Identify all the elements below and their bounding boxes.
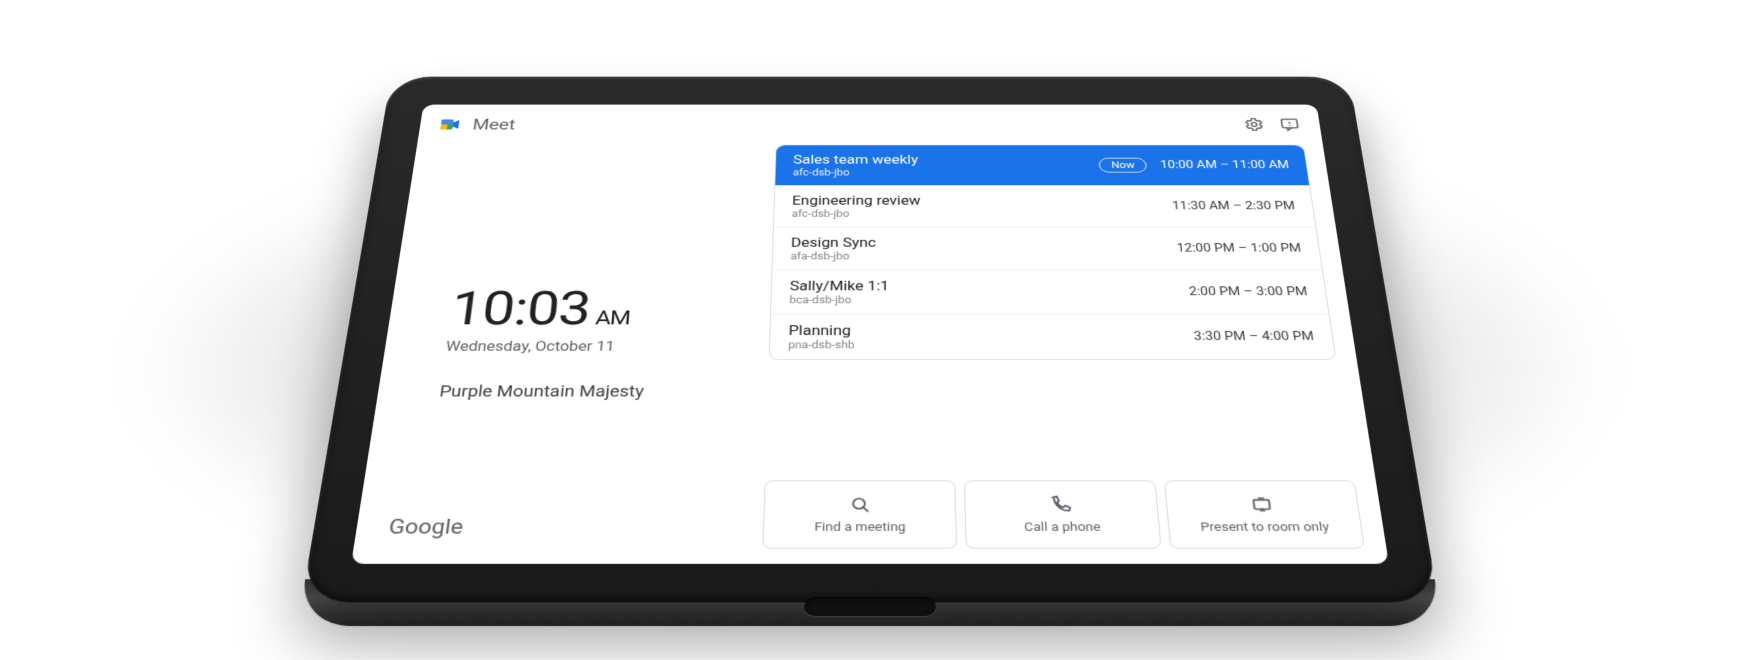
home-button[interactable] [804,596,936,616]
present-room-button[interactable]: Present to room only [1164,480,1365,548]
clock-ampm: AM [594,306,631,329]
present-icon [1249,494,1275,514]
agenda-item-time: 10:00 AM – 11:00 AM [1160,159,1290,171]
google-wordmark: Google [387,516,464,539]
meet-logo-icon [436,114,465,134]
agenda-item[interactable]: Design Sync afa-dsb-jbo 12:00 PM – 1:00 … [773,227,1322,270]
agenda-item-code: afa-dsb-jbo [790,251,876,262]
search-icon [848,494,871,514]
clock-date: Wednesday, October 11 [445,338,769,354]
find-meeting-button[interactable]: Find a meeting [762,480,957,548]
app-title: Meet [472,116,517,133]
action-label: Find a meeting [814,520,906,534]
agenda-item-code: bca-dsb-jbo [789,294,889,305]
action-label: Present to room only [1200,520,1330,534]
agenda-item[interactable]: Engineering review afc-dsb-jbo 11:30 AM … [774,185,1315,227]
agenda-panel: Sales team weekly afc-dsb-jbo Now 10:00 … [765,144,1376,480]
feedback-icon[interactable] [1275,114,1304,134]
agenda-item-time: 3:30 PM – 4:00 PM [1193,330,1315,343]
clock: 10:03AM Wednesday, October 11 [445,281,771,354]
app-brand: Meet [436,114,517,134]
room-name: Purple Mountain Majesty [438,383,767,401]
agenda-card: Sales team weekly afc-dsb-jbo Now 10:00 … [769,144,1337,359]
action-label: Call a phone [1024,520,1101,534]
agenda-item-code: afc-dsb-jbo [793,167,919,177]
phone-icon [1049,494,1074,514]
now-badge: Now [1098,158,1147,173]
agenda-item-time: 11:30 AM – 2:30 PM [1172,200,1296,212]
agenda-item-current[interactable]: Sales team weekly afc-dsb-jbo Now 10:00 … [775,145,1309,185]
agenda-item-code: afc-dsb-jbo [792,208,921,219]
clock-time: 10:03 [447,281,592,336]
agenda-item-title: Sales team weekly [793,152,918,166]
tablet-device: Meet [301,76,1438,602]
app-header: Meet [417,104,1323,144]
tablet-edge [297,579,1443,626]
agenda-item-time: 2:00 PM – 3:00 PM [1188,285,1308,298]
call-phone-button[interactable]: Call a phone [964,480,1161,548]
agenda-item-title: Planning [788,323,854,339]
left-pane: 10:03AM Wednesday, October 11 Purple Mou… [351,144,776,563]
agenda-item-title: Sally/Mike 1:1 [790,278,890,293]
settings-icon[interactable] [1240,114,1269,134]
agenda-item-code: pna-dsb-shb [788,339,855,351]
action-bar: Find a meeting Call a phone [762,480,1389,564]
agenda-item[interactable]: Sally/Mike 1:1 bca-dsb-jbo 2:00 PM – 3:0… [771,269,1328,313]
screen: Meet [351,104,1389,563]
agenda-item-time: 12:00 PM – 1:00 PM [1176,242,1302,254]
agenda-item-title: Design Sync [791,235,876,250]
tablet-bezel: Meet [301,76,1438,602]
agenda-item[interactable]: Planning pna-dsb-shb 3:30 PM – 4:00 PM [770,314,1336,359]
agenda-item-title: Engineering review [792,193,921,207]
